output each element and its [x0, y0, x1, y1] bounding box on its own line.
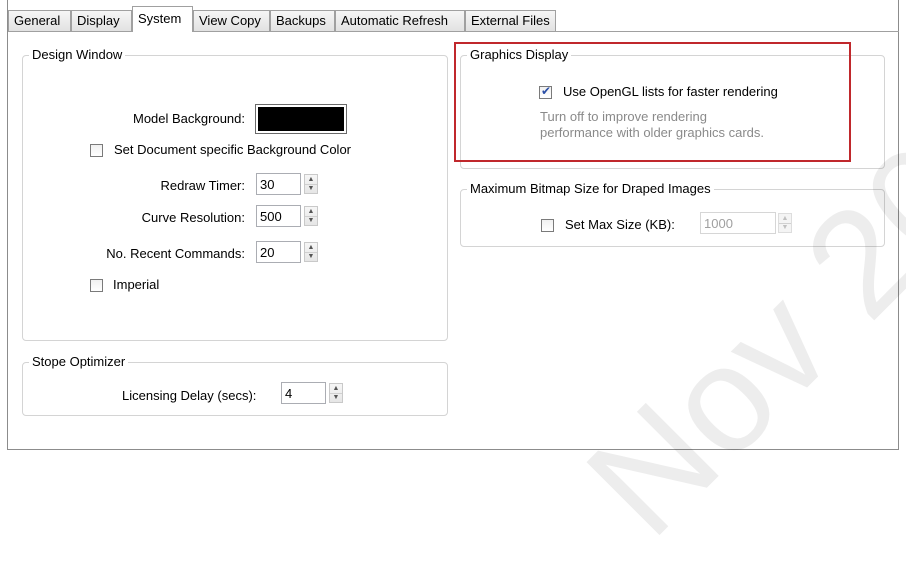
- tab-general[interactable]: General: [8, 10, 71, 31]
- licensing-delay-spin-buttons[interactable]: ▲ ▼: [329, 383, 343, 403]
- spin-down-icon[interactable]: ▼: [779, 223, 791, 232]
- imperial-label: Imperial: [113, 277, 160, 292]
- doc-specific-bg-checkbox[interactable]: [90, 144, 103, 157]
- tab-view-copy[interactable]: View Copy: [193, 10, 270, 31]
- licensing-delay-input[interactable]: [281, 382, 326, 404]
- tab-display[interactable]: Display: [71, 10, 132, 31]
- curve-resolution-label: Curve Resolution:: [141, 210, 245, 225]
- licensing-delay-label: Licensing Delay (secs):: [122, 388, 257, 403]
- spin-down-icon[interactable]: ▼: [305, 216, 317, 225]
- highlight-box: [454, 42, 851, 162]
- stope-optimizer-title: Stope Optimizer: [29, 354, 129, 369]
- bitmap-size-title: Maximum Bitmap Size for Draped Images: [467, 181, 714, 196]
- redraw-timer-spinner[interactable]: ▲ ▼: [256, 173, 330, 195]
- tab-automatic-refresh[interactable]: Automatic Refresh: [335, 10, 465, 31]
- model-background-label: Model Background:: [132, 111, 245, 126]
- max-size-spinner[interactable]: ▲ ▼: [700, 212, 804, 234]
- redraw-timer-input[interactable]: [256, 173, 301, 195]
- recent-commands-label: No. Recent Commands:: [106, 246, 245, 261]
- tab-backups[interactable]: Backups: [270, 10, 335, 31]
- set-max-size-checkbox[interactable]: [541, 219, 554, 232]
- set-max-size-label: Set Max Size (KB):: [565, 217, 675, 232]
- spin-down-icon[interactable]: ▼: [305, 252, 317, 261]
- curve-resolution-spin-buttons[interactable]: ▲ ▼: [304, 206, 318, 226]
- doc-specific-bg-label: Set Document specific Background Color: [114, 142, 352, 157]
- recent-commands-spin-buttons[interactable]: ▲ ▼: [304, 242, 318, 262]
- design-window-title: Design Window: [29, 47, 126, 62]
- recent-commands-spinner[interactable]: ▲ ▼: [256, 241, 330, 263]
- max-size-input[interactable]: [700, 212, 776, 234]
- curve-resolution-spinner[interactable]: ▲ ▼: [256, 205, 330, 227]
- design-window-group: Design Window: [22, 47, 448, 341]
- recent-commands-input[interactable]: [256, 241, 301, 263]
- tab-system[interactable]: System: [132, 6, 193, 32]
- model-background-swatch[interactable]: [255, 104, 347, 134]
- redraw-timer-label: Redraw Timer:: [160, 178, 245, 193]
- licensing-delay-spinner[interactable]: ▲ ▼: [281, 382, 355, 404]
- redraw-timer-spin-buttons[interactable]: ▲ ▼: [304, 174, 318, 194]
- spin-down-icon[interactable]: ▼: [330, 393, 342, 402]
- curve-resolution-input[interactable]: [256, 205, 301, 227]
- max-size-spin-buttons[interactable]: ▲ ▼: [778, 213, 792, 233]
- tab-external-files[interactable]: External Files: [465, 10, 556, 31]
- spin-down-icon[interactable]: ▼: [305, 184, 317, 193]
- imperial-checkbox[interactable]: [90, 279, 103, 292]
- model-background-color: [258, 107, 344, 131]
